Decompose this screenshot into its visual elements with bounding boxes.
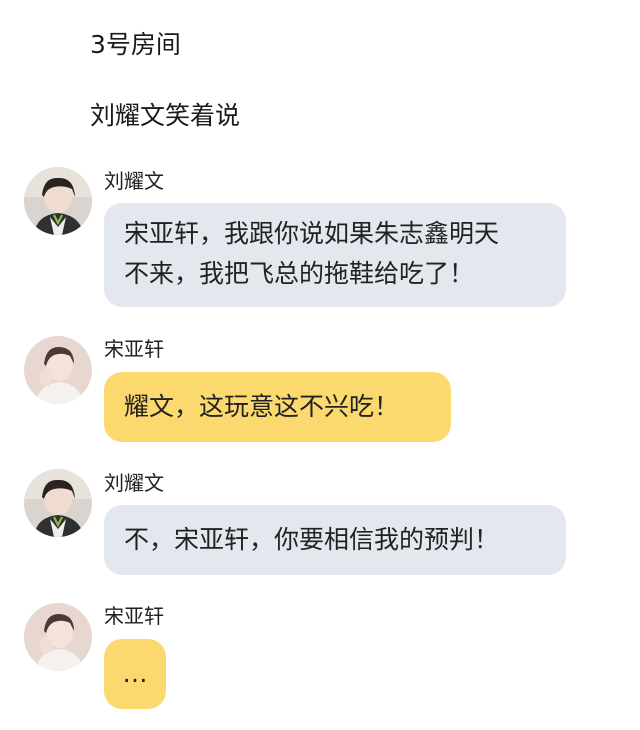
avatar[interactable]: [24, 167, 92, 235]
avatar[interactable]: [24, 469, 92, 537]
avatar-song-icon: [24, 603, 92, 671]
message-text-line: 不来，我把飞总的拖鞋给吃了！: [124, 259, 475, 288]
sender-name: 刘耀文: [104, 169, 164, 193]
avatar[interactable]: [24, 336, 92, 404]
message-bubble[interactable]: 宋亚轩，我跟你说如果朱志鑫明天 不来，我把飞总的拖鞋给吃了！: [104, 203, 566, 307]
sender-name: 宋亚轩: [104, 604, 164, 628]
chat-subtitle: 刘耀文笑着说: [90, 101, 241, 130]
sender-name: 宋亚轩: [104, 337, 164, 361]
message-bubble[interactable]: 耀文，这玩意这不兴吃！: [104, 372, 451, 442]
message-text-line: 宋亚轩，我跟你说如果朱志鑫明天: [124, 219, 500, 248]
avatar[interactable]: [24, 603, 92, 671]
avatar-song-icon: [24, 336, 92, 404]
message-bubble[interactable]: …: [104, 639, 166, 709]
room-title: 3号房间: [90, 30, 181, 59]
sender-name: 刘耀文: [104, 471, 164, 495]
avatar-liu-icon: [24, 469, 92, 537]
avatar-liu-icon: [24, 167, 92, 235]
message-bubble[interactable]: 不，宋亚轩，你要相信我的预判！: [104, 505, 566, 575]
